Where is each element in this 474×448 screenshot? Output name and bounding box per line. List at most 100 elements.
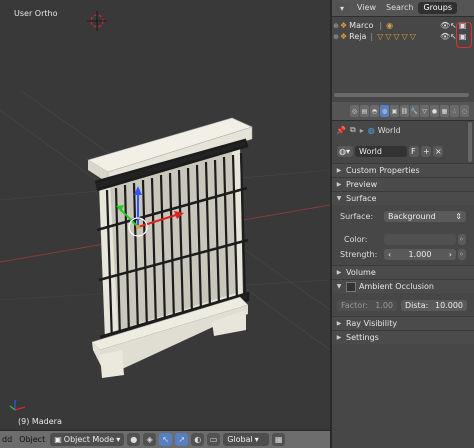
orientation-label: Global: [227, 435, 253, 444]
expand-icon[interactable]: ⊕: [332, 33, 340, 41]
ao-row: Factor: 1.00 Dista: 10.000: [332, 299, 474, 311]
tab-view[interactable]: View: [352, 2, 381, 14]
mesh-objects-icon: ▽▽▽▽▽: [377, 32, 418, 41]
properties-scrollbar[interactable]: [468, 122, 472, 162]
translate-icon[interactable]: ↗: [175, 433, 189, 446]
rotate-icon[interactable]: ◐: [191, 433, 205, 446]
fake-user-button[interactable]: F: [409, 146, 419, 157]
add-world-icon[interactable]: +: [421, 146, 431, 157]
properties-tabs: ◎ ▤ ◓ ◍ ▣ ⛓ 🔧 ▽ ● ▦ ∴ ◌: [332, 102, 474, 121]
collapsed-arrow-icon: ▶: [336, 181, 342, 188]
distance-label: Dista:: [405, 300, 429, 310]
tab-particles[interactable]: ∴: [450, 105, 459, 117]
panel-title: Settings: [346, 333, 379, 342]
tab-modifiers[interactable]: 🔧: [410, 105, 419, 117]
ao-factor-field[interactable]: Factor: 1.00: [337, 299, 397, 311]
panel-preview[interactable]: ▶ Preview: [332, 177, 474, 191]
shading-select-icon[interactable]: ●: [127, 433, 141, 446]
surface-row: Surface: Background ⇕: [332, 210, 474, 222]
layers-icon[interactable]: ▦: [272, 433, 286, 446]
collapsed-arrow-icon: ▶: [336, 334, 342, 341]
world-icon: ◍: [367, 125, 375, 135]
decrement-icon[interactable]: ‹: [388, 249, 391, 260]
tab-physics[interactable]: ◌: [460, 105, 469, 117]
panel-title: Volume: [346, 268, 376, 277]
color-row: Color: ◦: [332, 233, 474, 245]
collapsed-arrow-icon: ▶: [336, 269, 342, 276]
strength-label: Strength:: [340, 249, 378, 259]
surface-value: Background: [388, 211, 436, 221]
outliner-editor-icon[interactable]: ▾: [335, 2, 349, 14]
outliner-row-reja[interactable]: ⊕ ❖ Reja | ▽▽▽▽▽ 👁 ↖ ▣: [332, 31, 474, 42]
panel-surface[interactable]: ▼ Surface: [332, 191, 474, 205]
panel-title: Surface: [346, 194, 377, 203]
ao-distance-field[interactable]: Dista: 10.000: [401, 299, 467, 311]
3d-viewport[interactable]: User Ortho (9) Madera: [0, 0, 330, 430]
scale-icon[interactable]: ▭: [207, 433, 221, 446]
distance-value: 10.000: [435, 300, 463, 310]
mode-select[interactable]: ▣ Object Mode ▾: [50, 433, 125, 446]
surface-label: Surface:: [340, 211, 374, 221]
pin-icon[interactable]: 📌: [336, 126, 346, 135]
chevron-down-icon: ⇕: [455, 211, 462, 221]
manipulator-toggle-icon[interactable]: ↖: [159, 433, 173, 446]
surface-shader-select[interactable]: Background ⇕: [384, 210, 466, 222]
chevron-down-icon: ▾: [116, 435, 121, 444]
tab-search[interactable]: Search: [381, 2, 418, 14]
strength-value: 1.000: [408, 249, 432, 259]
properties-editor: ◎ ▤ ◓ ◍ ▣ ⛓ 🔧 ▽ ● ▦ ∴ ◌ 📌 ⧉ ▸ ◍ World ◍▾…: [332, 102, 474, 448]
expanded-arrow-icon: ▼: [336, 283, 342, 290]
orientation-select[interactable]: Global ▾: [223, 433, 270, 446]
tab-render[interactable]: ◎: [350, 105, 359, 117]
breadcrumb: 📌 ⧉ ▸ ◍ World: [336, 125, 401, 135]
outliner-scrollbar[interactable]: [334, 93, 469, 97]
tab-layers[interactable]: ▤: [360, 105, 369, 117]
world-datablock: ◍▾ World F + ×: [332, 145, 474, 158]
panel-ray-visibility[interactable]: ▶ Ray Visibility: [332, 316, 474, 330]
active-object-label: (9) Madera: [18, 417, 62, 426]
expand-icon[interactable]: ⊕: [332, 22, 340, 30]
tab-texture[interactable]: ▦: [440, 105, 449, 117]
panel-settings[interactable]: ▶ Settings: [332, 330, 474, 344]
axis-gizmo-icon: [9, 400, 26, 411]
outliner-header: ▾ View Search Groups: [332, 0, 474, 17]
panel-title: Custom Properties: [346, 166, 420, 175]
expanded-arrow-icon: ▼: [336, 195, 342, 202]
eye-icon[interactable]: 👁: [440, 21, 450, 30]
view-label: User Ortho: [14, 9, 58, 18]
world-browse-icon[interactable]: ◍▾: [337, 146, 353, 157]
object-icon: ◉: [386, 21, 394, 30]
tab-groups[interactable]: Groups: [418, 2, 457, 14]
panel-ambient-occlusion[interactable]: ▼ Ambient Occlusion: [332, 279, 474, 293]
increment-icon[interactable]: ›: [449, 249, 452, 260]
world-name-field[interactable]: World: [355, 146, 407, 157]
strength-row: Strength: ‹ 1.000 › ◦: [332, 248, 474, 260]
tab-material[interactable]: ●: [430, 105, 439, 117]
color-swatch[interactable]: [384, 233, 456, 245]
group-icon: ❖: [340, 21, 348, 30]
eye-icon[interactable]: 👁: [440, 32, 450, 41]
ao-checkbox[interactable]: [346, 281, 356, 292]
chevron-down-icon: ▾: [254, 435, 259, 444]
tab-data[interactable]: ▽: [420, 105, 429, 117]
unlink-icon[interactable]: ×: [433, 146, 443, 157]
outliner-row-marco[interactable]: ⊕ ❖ Marco | ◉ 👁 ↖ ▣: [332, 20, 474, 31]
row-name: Reja: [349, 32, 367, 41]
strength-field[interactable]: ‹ 1.000 ›: [384, 248, 456, 260]
outliner: ▾ View Search Groups ⊕ ❖ Marco | ◉ 👁 ↖ ▣…: [332, 0, 474, 102]
pivot-select-icon[interactable]: ◈: [143, 433, 157, 446]
tab-object[interactable]: ▣: [390, 105, 399, 117]
panel-custom-properties[interactable]: ▶ Custom Properties: [332, 163, 474, 177]
scene-icon: ⧉: [349, 125, 356, 134]
tab-constraints[interactable]: ⛓: [400, 105, 409, 117]
cube-icon: ▣: [54, 435, 62, 444]
object-menu[interactable]: Object: [17, 435, 47, 444]
mode-label: Object Mode: [63, 435, 115, 444]
strength-link-icon[interactable]: ◦: [458, 248, 466, 260]
color-label: Color:: [344, 234, 368, 244]
view-menu[interactable]: dd: [0, 435, 14, 444]
tab-world[interactable]: ◍: [380, 105, 389, 117]
tab-scene[interactable]: ◓: [370, 105, 379, 117]
color-link-icon[interactable]: ◦: [458, 233, 466, 245]
panel-volume[interactable]: ▶ Volume: [332, 265, 474, 279]
